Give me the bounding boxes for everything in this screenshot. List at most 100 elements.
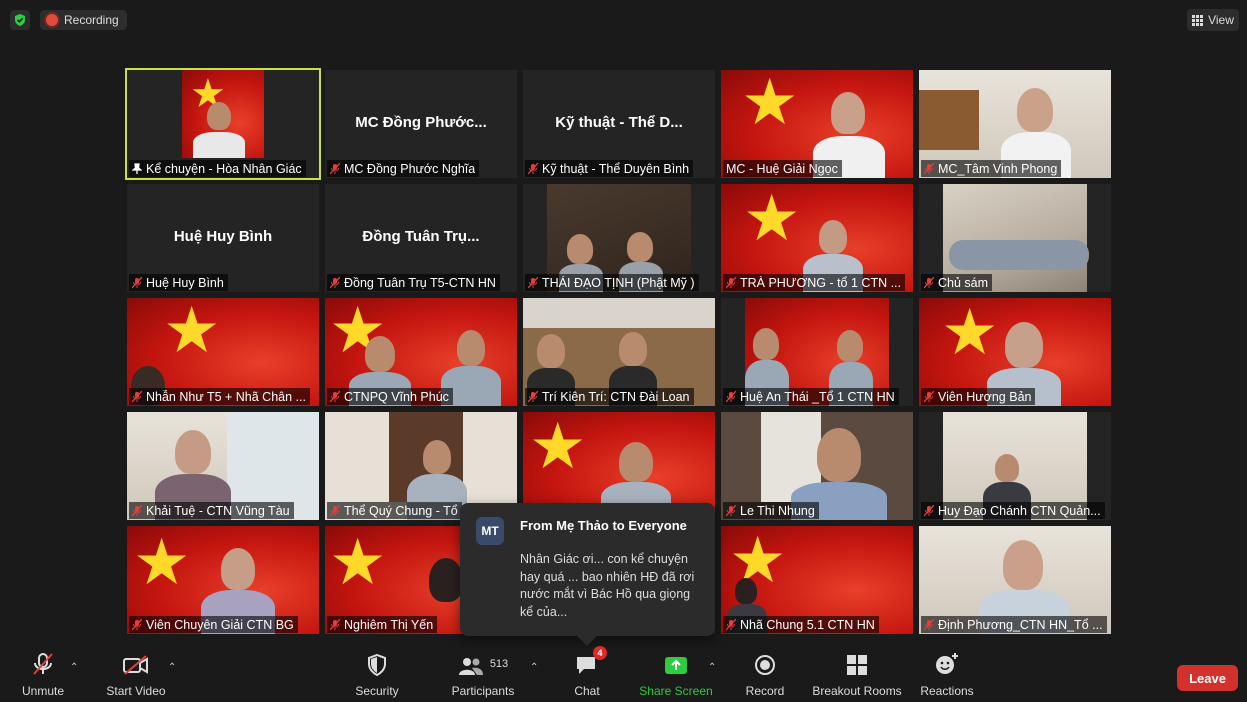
participant-name-tag: Nhã Chung 5.1 CTN HN [723,616,879,633]
participant-display-name: Kỹ thuật - Thể D... [555,114,683,131]
muted-mic-icon [726,618,736,630]
video-tile[interactable]: ★ Viên Hương Bản [919,298,1111,406]
muted-mic-icon [924,390,934,402]
video-tile[interactable]: Chủ sám [919,184,1111,292]
video-tile[interactable]: ★ CTNPQ Vĩnh Phúc [325,298,517,406]
participants-count: 513 [489,658,509,670]
grid-view-icon [1192,14,1204,26]
participant-name-tag: TRÀ PHƯƠNG - tổ 1 CTN ... [723,274,905,291]
participant-name-tag: Huệ Huy Bình [129,274,228,291]
video-tile[interactable]: Huy Đạo Chánh CTN Quản... [919,412,1111,520]
recording-indicator[interactable]: Recording [40,10,127,30]
meeting-toolbar: Unmute ⌃ Start Video ⌃ Security 513 Part… [0,646,1247,702]
leave-button[interactable]: Leave [1177,665,1238,691]
audio-options-chevron-up-icon[interactable]: ⌃ [70,662,78,673]
participant-name-tag: Trí Kiên Trí: CTN Đài Loan [525,388,694,405]
muted-mic-icon [924,504,934,516]
chat-notification-popup[interactable]: MT From Mẹ Thảo to Everyone Nhân Giác ơi… [460,503,715,636]
participant-name-tag: CTNPQ Vĩnh Phúc [327,388,453,405]
muted-mic-icon [330,618,340,630]
participant-name-tag: Khải Tuệ - CTN Vũng Tàu [129,502,294,519]
video-tile[interactable]: Trí Kiên Trí: CTN Đài Loan [523,298,715,406]
view-button[interactable]: View [1187,9,1239,31]
participant-name-tag: Thể Quý Chung - Tổ [327,502,462,519]
unmute-button[interactable]: Unmute [14,648,72,702]
participant-name-tag: Đồng Tuân Trụ T5-CTN HN [327,274,500,291]
participants-icon [458,658,483,675]
video-tile[interactable]: ★ MC - Huệ Giải Ngọc [721,70,913,178]
chat-sender: From Mẹ Thảo to Everyone [520,518,687,533]
chat-button[interactable]: 4 Chat [566,646,608,702]
video-tile[interactable]: Kỹ thuật - Thể D... Kỹ thuật - Thể Duyên… [523,70,715,178]
muted-mic-icon [924,618,934,630]
video-tile[interactable]: Huệ An Thái _Tổ 1 CTN HN [721,298,913,406]
muted-mic-icon [726,390,736,402]
video-tile[interactable]: ★ Kể chuyện - Hòa Nhân Giác [125,68,321,180]
start-video-button[interactable]: Start Video [100,648,172,702]
video-off-icon [123,655,148,675]
participant-name-tag: Nhẫn Như T5 + Nhã Chân ... [129,388,310,405]
video-tile[interactable]: ★ Nhã Chung 5.1 CTN HN [721,526,913,634]
participant-name-tag: Định Phương_CTN HN_Tổ ... [921,616,1107,633]
participant-name-tag: Le Thi Nhung [723,502,819,519]
participant-display-name: MC Đồng Phước... [355,114,487,131]
participants-button[interactable]: 513 Participants [448,648,518,702]
video-tile[interactable]: Le Thi Nhung [721,412,913,520]
muted-mic-icon [132,504,142,516]
view-label: View [1208,13,1234,27]
top-bar: Recording View [0,0,1247,40]
video-tile[interactable]: Đồng Tuân Trụ... Đồng Tuân Trụ T5-CTN HN [325,184,517,292]
share-screen-icon [665,657,687,674]
participant-name-tag: Viên Chuyên Giải CTN BG [129,616,298,633]
video-tile[interactable]: ★ Viên Chuyên Giải CTN BG [127,526,319,634]
participants-chevron-up-icon[interactable]: ⌃ [530,662,538,673]
participant-name-tag: MC Đồng Phước Nghĩa [327,160,480,177]
video-tile[interactable]: Huệ Huy Bình Huệ Huy Bình [127,184,319,292]
participant-name-tag: Huệ An Thái _Tổ 1 CTN HN [723,388,899,405]
muted-mic-icon [726,504,736,516]
muted-mic-icon [132,618,142,630]
smiley-plus-icon [936,653,958,674]
muted-mic-icon [528,390,538,402]
video-tile[interactable]: Định Phương_CTN HN_Tổ ... [919,526,1111,634]
participant-name-tag: Huy Đạo Chánh CTN Quản... [921,502,1105,519]
chat-unread-badge: 4 [593,646,607,660]
record-icon [755,655,775,675]
avatar: MT [476,517,504,545]
encryption-shield-icon[interactable] [10,10,30,30]
muted-mic-icon [726,276,736,288]
muted-mic-icon [330,390,340,402]
muted-mic-icon [330,276,340,288]
breakout-rooms-icon [847,655,867,675]
share-options-chevron-up-icon[interactable]: ⌃ [708,662,716,673]
video-tile[interactable]: Khải Tuệ - CTN Vũng Tàu [127,412,319,520]
participant-name-tag: Kể chuyện - Hòa Nhân Giác [129,160,306,177]
chat-message-preview: Nhân Giác ơi... con kể chuyện hay quá ..… [520,552,695,619]
recording-label: Recording [64,13,119,27]
recording-dot-icon [46,14,58,26]
video-tile[interactable]: THÁI ĐẠO TỊNH (Phật Mỹ ) [523,184,715,292]
participant-name-tag: MC - Huệ Giải Ngọc [723,160,842,177]
reactions-button[interactable]: Reactions [918,648,976,702]
shield-icon [368,654,386,676]
muted-mic-icon [330,162,340,174]
video-options-chevron-up-icon[interactable]: ⌃ [168,662,176,673]
video-tile[interactable]: ★ TRÀ PHƯƠNG - tổ 1 CTN ... [721,184,913,292]
muted-mic-icon [924,162,934,174]
muted-mic-icon [33,653,53,675]
participant-name-tag: Kỹ thuật - Thể Duyên Bình [525,160,694,177]
muted-mic-icon [924,276,934,288]
record-button[interactable]: Record [742,648,788,702]
security-button[interactable]: Security [350,648,404,702]
participant-display-name: Đồng Tuân Trụ... [362,228,480,245]
muted-mic-icon [528,162,538,174]
participant-name-tag: THÁI ĐẠO TỊNH (Phật Mỹ ) [525,274,699,291]
breakout-rooms-button[interactable]: Breakout Rooms [810,648,904,702]
share-screen-button[interactable]: Share Screen [638,648,714,702]
video-tile[interactable]: ★ Nhẫn Như T5 + Nhã Chân ... [127,298,319,406]
video-tile[interactable]: MC_Tâm Vinh Phong [919,70,1111,178]
muted-mic-icon [330,504,340,516]
muted-mic-icon [528,276,538,288]
participant-name-tag: Nghiêm Thị Yến [327,616,438,633]
video-tile[interactable]: MC Đồng Phước... MC Đồng Phước Nghĩa [325,70,517,178]
